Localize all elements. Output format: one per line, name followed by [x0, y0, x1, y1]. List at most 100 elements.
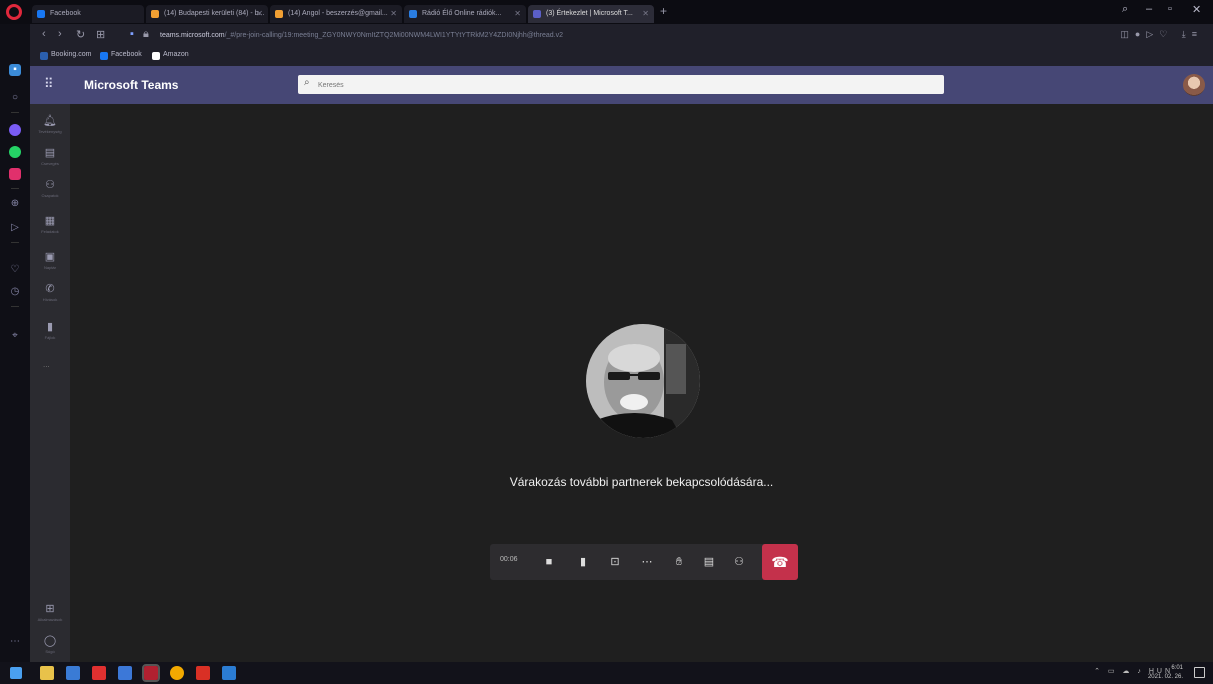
bookmarks-bar: Booking.com Facebook Amazon [0, 48, 1213, 66]
opera-taskbar-icon[interactable] [142, 664, 160, 682]
start-button[interactable] [10, 667, 22, 679]
forward-icon[interactable]: › [58, 28, 62, 40]
url-field[interactable]: teams.microsoft.com/_#/pre-join-calling/… [160, 29, 1100, 43]
clock[interactable]: 6:01 2021. 02. 26. [1148, 664, 1183, 682]
tab-favicon-icon [275, 10, 283, 18]
microphone-icon[interactable]: ▮ [574, 553, 592, 571]
maximize-button[interactable]: ▫ [1168, 3, 1172, 15]
bookmark-facebook[interactable]: Facebook [100, 51, 142, 60]
rail-item-calls[interactable]: ✆ Hívások [30, 276, 70, 310]
camera-icon[interactable]: ■ [540, 553, 558, 571]
rail-label: Csevegés [41, 161, 59, 166]
speed-dial-icon[interactable]: ⊞ [96, 28, 105, 41]
bookmark-label: Facebook [111, 51, 142, 58]
rail-label: Naptár [43, 265, 56, 270]
notification-icon[interactable] [1194, 667, 1205, 678]
phone-icon: ✆ [45, 283, 55, 295]
calendar-icon: ▣ [44, 251, 56, 263]
search-tabs-icon[interactable]: ⌕ [1122, 3, 1128, 16]
more-apps-icon[interactable]: ... [43, 360, 50, 369]
browser-tab[interactable]: Rádió Élő Online rádiók... ✕ [404, 5, 526, 23]
home-icon[interactable]: ▪ [9, 64, 21, 76]
close-tab-icon[interactable]: ✕ [256, 5, 263, 23]
share-screen-icon[interactable]: ⊡ [606, 553, 624, 571]
url-domain: teams.microsoft.com [160, 32, 225, 39]
bookmark-booking[interactable]: Booking.com [40, 51, 92, 60]
bookmark-amazon[interactable]: Amazon [152, 51, 189, 60]
rail-item-files[interactable]: ▮ Fájlok [30, 314, 70, 348]
participant-photo [586, 324, 700, 438]
speed-dial-icon[interactable]: ○ [9, 92, 21, 104]
avatar[interactable] [1183, 74, 1205, 96]
browser-tab[interactable]: (14) Angol - beszerzés@gmail... ✕ [270, 5, 402, 23]
participants-icon[interactable]: ⚇ [730, 553, 748, 571]
tab-title: Facebook [50, 10, 81, 17]
reload-icon[interactable]: ↻ [76, 28, 85, 41]
rail-item-activity[interactable]: 🔔︎ Tevékenység [30, 108, 70, 142]
browser-tab[interactable]: Facebook [32, 5, 144, 23]
close-tab-icon[interactable]: ✕ [642, 5, 649, 23]
sidebar-divider [11, 112, 19, 113]
minimize-button[interactable]: – [1146, 3, 1152, 15]
mail-icon[interactable] [92, 666, 106, 680]
chat-icon: ▤ [44, 147, 56, 159]
rail-label: Feladatok [41, 229, 59, 234]
flow-icon[interactable]: ▷ [9, 222, 21, 234]
sidebar-divider [11, 306, 19, 307]
apps-icon: ⊞ [45, 603, 55, 615]
rail-item-chat[interactable]: ▤ Csevegés [30, 140, 70, 174]
close-tab-icon[interactable]: ✕ [390, 5, 397, 23]
chrome-icon[interactable] [170, 666, 184, 680]
app-icon[interactable] [118, 666, 132, 680]
rail-item-assignments[interactable]: ▦ Feladatok [30, 208, 70, 242]
teams-favicon-icon [533, 10, 541, 18]
file-icon: ▮ [46, 321, 54, 333]
app-launcher-icon[interactable]: ⠿ [44, 76, 54, 92]
rail-item-teams[interactable]: ⚇ Csapatok [30, 172, 70, 206]
rail-item-calendar[interactable]: ▣ Naptár [30, 244, 70, 278]
vpn-icon[interactable]: ▪ [130, 28, 134, 40]
more-icon[interactable]: ⋯ [638, 553, 656, 571]
rail-item-help[interactable]: ◯ Súgó [30, 628, 70, 662]
browser-tab-active[interactable]: (3) Értekezlet | Microsoft T... ✕ [528, 5, 654, 23]
heart-icon[interactable]: ♡ [9, 264, 21, 276]
raise-hand-icon[interactable]: ✋︎ [670, 553, 688, 571]
app-icon[interactable] [66, 666, 80, 680]
amazon-icon [152, 52, 160, 60]
address-bar-actions[interactable]: ◫●▷♡ ⤓≡ [1120, 29, 1203, 40]
url-path: /_#/pre-join-calling/19:meeting_ZGY0NWY0… [224, 32, 563, 39]
history-icon[interactable]: ◷ [9, 286, 21, 298]
hang-up-button[interactable]: ☎︎ [762, 544, 798, 580]
location-icon[interactable]: ⌖ [9, 330, 21, 342]
facebook-icon [100, 52, 108, 60]
search-box[interactable]: ⌕ [298, 75, 944, 94]
search-icon: ⌕ [304, 77, 310, 88]
phone-hangup-icon: ☎︎ [771, 554, 789, 570]
chat-icon[interactable]: ▤ [700, 553, 718, 571]
rail-item-apps[interactable]: ⊞ Alkalmazások [30, 596, 70, 630]
bookmark-label: Booking.com [51, 51, 92, 58]
instagram-icon[interactable] [9, 168, 21, 180]
messenger-icon[interactable] [9, 124, 21, 136]
rail-label: Súgó [45, 649, 55, 654]
rail-label: Fájlok [44, 335, 56, 340]
close-tab-icon[interactable]: ✕ [514, 5, 521, 23]
opera-sidebar: ▪ ○ ⊕ ▷ ♡ ◷ ⌖ ⋯ [0, 24, 30, 662]
acrobat-icon[interactable] [196, 666, 210, 680]
close-window-button[interactable]: ✕ [1192, 3, 1201, 16]
opera-logo-icon[interactable] [6, 4, 22, 20]
clock-time: 6:01 [1171, 665, 1183, 671]
whatsapp-icon[interactable] [9, 146, 21, 158]
new-tab-button[interactable]: + [660, 4, 667, 18]
vk-icon[interactable]: ⊕ [9, 198, 21, 210]
file-explorer-icon[interactable] [40, 666, 54, 680]
help-icon: ◯ [43, 635, 57, 647]
rail-label: Tevékenység [38, 129, 62, 134]
teams-taskbar-icon[interactable] [222, 666, 236, 680]
back-icon[interactable]: ‹ [42, 28, 46, 40]
sidebar-more-icon[interactable]: ⋯ [9, 636, 21, 648]
meeting-stage: Várakozás további partnerek bekapcsolódá… [70, 104, 1213, 662]
search-input[interactable] [316, 77, 920, 93]
browser-tab[interactable]: (14) Budapesti kerületi (84) - b... ✕ [146, 5, 268, 23]
browser-tab-bar: Facebook (14) Budapesti kerületi (84) - … [0, 0, 1213, 24]
